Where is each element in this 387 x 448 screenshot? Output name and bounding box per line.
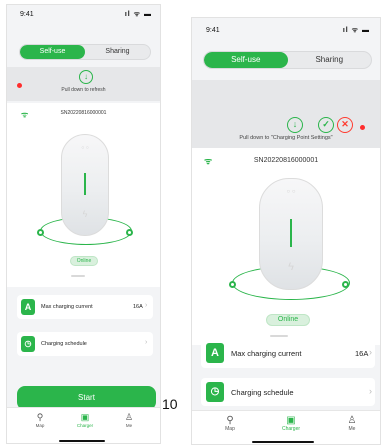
check-circle-icon[interactable]: ✓ bbox=[318, 117, 334, 133]
max-current-value: 16A bbox=[355, 349, 369, 358]
chevron-right-icon: › bbox=[369, 386, 372, 396]
serial-number: SN20220816000001 bbox=[60, 110, 107, 116]
nav-me-label: Me bbox=[125, 423, 133, 428]
nav-charger[interactable]: ▣ Charger bbox=[74, 412, 96, 428]
phone-screen-right: 9:41 ıl ᯤ ▬ Self-use Sharing ↓ ✓ ✕ Pull … bbox=[191, 17, 381, 445]
page-indicator bbox=[71, 275, 85, 277]
home-indicator bbox=[59, 440, 105, 442]
status-bar: 9:41 ıl ᯤ ▬ bbox=[192, 18, 380, 36]
max-current-value: 16A bbox=[133, 304, 143, 310]
map-pin-icon: ⚲ bbox=[36, 412, 44, 422]
tab-self-use[interactable]: Self-use bbox=[204, 52, 288, 68]
max-current-row[interactable]: A Max charging current 16A › bbox=[17, 295, 153, 319]
socket-holes: ○ ○ bbox=[81, 145, 89, 151]
clock-icon: ◷ bbox=[206, 382, 224, 402]
bottom-nav: ⚲ Map ▣ Charger ♙ Me bbox=[192, 410, 380, 444]
clock-icon: ◷ bbox=[21, 336, 35, 352]
status-time: 9:41 bbox=[20, 11, 34, 18]
page-number: 10 bbox=[162, 396, 178, 412]
schedule-label: Charging schedule bbox=[41, 341, 87, 347]
status-led bbox=[84, 173, 86, 195]
nav-charger-label: Charger bbox=[76, 423, 94, 428]
ring-knob-left bbox=[229, 281, 236, 288]
chevron-right-icon: › bbox=[145, 339, 148, 346]
charger-illustration: ○ ○ ϟ bbox=[259, 178, 323, 290]
charger-card: ᯤ SN20220816000001 ○ ○ ϟ Online bbox=[192, 148, 380, 345]
x-circle-icon[interactable]: ✕ bbox=[337, 117, 353, 133]
tab-sharing[interactable]: Sharing bbox=[85, 45, 150, 59]
person-icon: ♙ bbox=[124, 412, 134, 422]
nav-map[interactable]: ⚲ Map bbox=[29, 412, 51, 428]
pull-hint: Pull down to "Charging Point Settings" bbox=[239, 135, 333, 141]
person-icon: ♙ bbox=[347, 415, 357, 426]
charger-illustration: ○ ○ ϟ bbox=[61, 134, 109, 236]
charger-card: ᯤ SN20220816000001 ○ ○ ϟ Online bbox=[7, 103, 160, 287]
serial-number: SN20220816000001 bbox=[253, 157, 319, 164]
status-icons: ıl ᯤ ▬ bbox=[342, 27, 370, 34]
schedule-label: Charging schedule bbox=[231, 388, 294, 397]
phone-screen-left: 9:41 ıl ᯤ ▬ Self-use Sharing ↓ Pull down… bbox=[6, 4, 161, 444]
status-time: 9:41 bbox=[206, 27, 220, 34]
home-indicator bbox=[252, 441, 314, 443]
tab-self-use[interactable]: Self-use bbox=[20, 45, 85, 59]
bolt-icon: ϟ bbox=[82, 209, 88, 219]
pull-to-refresh-area[interactable]: ↓ ✓ ✕ Pull down to "Charging Point Setti… bbox=[192, 80, 380, 148]
nav-me[interactable]: ♙ Me bbox=[340, 415, 364, 432]
status-icons: ıl ᯤ ▬ bbox=[124, 11, 152, 18]
mode-toggle: Self-use Sharing bbox=[203, 51, 372, 69]
status-bar: 9:41 ıl ᯤ ▬ bbox=[7, 5, 160, 21]
nav-me-label: Me bbox=[348, 426, 356, 432]
online-badge: Online bbox=[70, 256, 98, 266]
bolt-icon: ϟ bbox=[288, 261, 294, 273]
max-current-label: Max charging current bbox=[41, 304, 93, 310]
socket-holes: ○ ○ bbox=[286, 189, 296, 195]
nav-me[interactable]: ♙ Me bbox=[118, 412, 140, 428]
notification-dot bbox=[360, 125, 365, 130]
ring-knob-right bbox=[342, 281, 349, 288]
charger-icon: ▣ bbox=[80, 412, 90, 422]
a-letter-icon: A bbox=[21, 299, 35, 315]
arrow-down-circle-icon: ↓ bbox=[287, 117, 303, 133]
nav-charger[interactable]: ▣ Charger bbox=[279, 415, 303, 432]
status-led bbox=[290, 219, 292, 247]
mode-toggle: Self-use Sharing bbox=[19, 44, 151, 60]
max-current-row[interactable]: A Max charging current 16A › bbox=[201, 338, 375, 368]
ring-knob-right bbox=[126, 229, 133, 236]
chevron-right-icon: › bbox=[369, 347, 372, 357]
ring-knob-left bbox=[37, 229, 44, 236]
schedule-row[interactable]: ◷ Charging schedule › bbox=[17, 332, 153, 356]
a-letter-icon: A bbox=[206, 343, 224, 363]
nav-map[interactable]: ⚲ Map bbox=[218, 415, 242, 432]
bottom-nav: ⚲ Map ▣ Charger ♙ Me bbox=[7, 407, 160, 443]
nav-map-label: Map bbox=[225, 426, 235, 432]
nav-charger-label: Charger bbox=[281, 426, 301, 432]
charger-icon: ▣ bbox=[286, 415, 296, 426]
pull-hint: Pull down to refresh bbox=[61, 87, 106, 93]
pull-to-refresh-area[interactable]: ↓ Pull down to refresh bbox=[7, 67, 160, 101]
max-current-label: Max charging current bbox=[231, 349, 302, 358]
arrow-down-circle-icon: ↓ bbox=[79, 70, 93, 84]
wifi-icon: ᯤ bbox=[204, 156, 213, 166]
online-badge: Online bbox=[266, 314, 310, 326]
page-indicator bbox=[270, 335, 288, 337]
tab-sharing[interactable]: Sharing bbox=[288, 52, 372, 68]
map-pin-icon: ⚲ bbox=[226, 415, 234, 426]
schedule-row[interactable]: ◷ Charging schedule › bbox=[201, 378, 375, 406]
nav-map-label: Map bbox=[35, 423, 45, 428]
chevron-right-icon: › bbox=[145, 302, 148, 309]
